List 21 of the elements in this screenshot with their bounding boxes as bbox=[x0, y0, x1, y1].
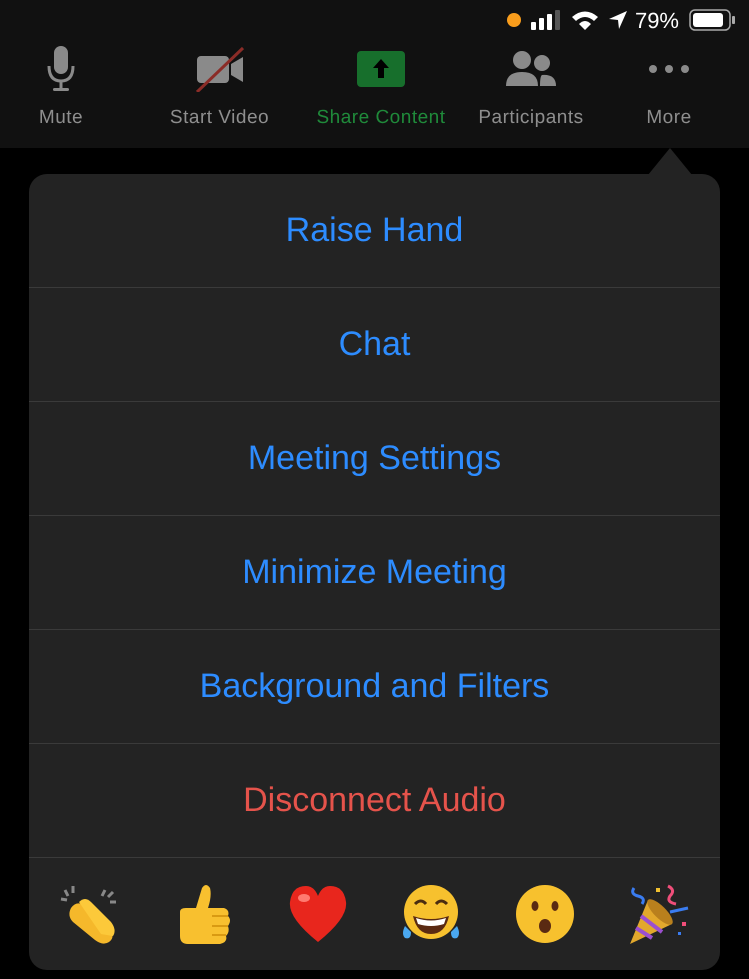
toolbar-button[interactable]: Share Content bbox=[317, 40, 445, 148]
menu-item[interactable]: Meeting Settings bbox=[29, 402, 720, 516]
toolbar-button[interactable]: More bbox=[617, 40, 721, 148]
toolbar-button[interactable]: Participants bbox=[445, 40, 617, 148]
menu-item[interactable]: Background and Filters bbox=[29, 630, 720, 744]
recording-dot-icon bbox=[506, 13, 521, 27]
participants-icon bbox=[506, 50, 556, 88]
video-off-icon bbox=[194, 46, 244, 92]
battery-icon bbox=[689, 9, 735, 31]
menu-item[interactable]: Chat bbox=[29, 288, 720, 402]
menu-item[interactable]: Raise Hand bbox=[29, 174, 720, 288]
battery-percentage: 79% bbox=[634, 6, 679, 34]
toolbar-button[interactable]: Mute bbox=[0, 40, 122, 148]
more-dots-icon bbox=[648, 64, 690, 74]
wifi-icon bbox=[570, 10, 599, 30]
microphone-icon bbox=[46, 46, 76, 92]
signal-icon bbox=[530, 10, 561, 30]
menu-item[interactable]: Disconnect Audio bbox=[29, 744, 720, 858]
toolbar-button[interactable]: Start Video bbox=[122, 40, 317, 148]
menu-item[interactable]: Minimize Meeting bbox=[29, 516, 720, 630]
location-arrow-icon bbox=[608, 11, 627, 29]
